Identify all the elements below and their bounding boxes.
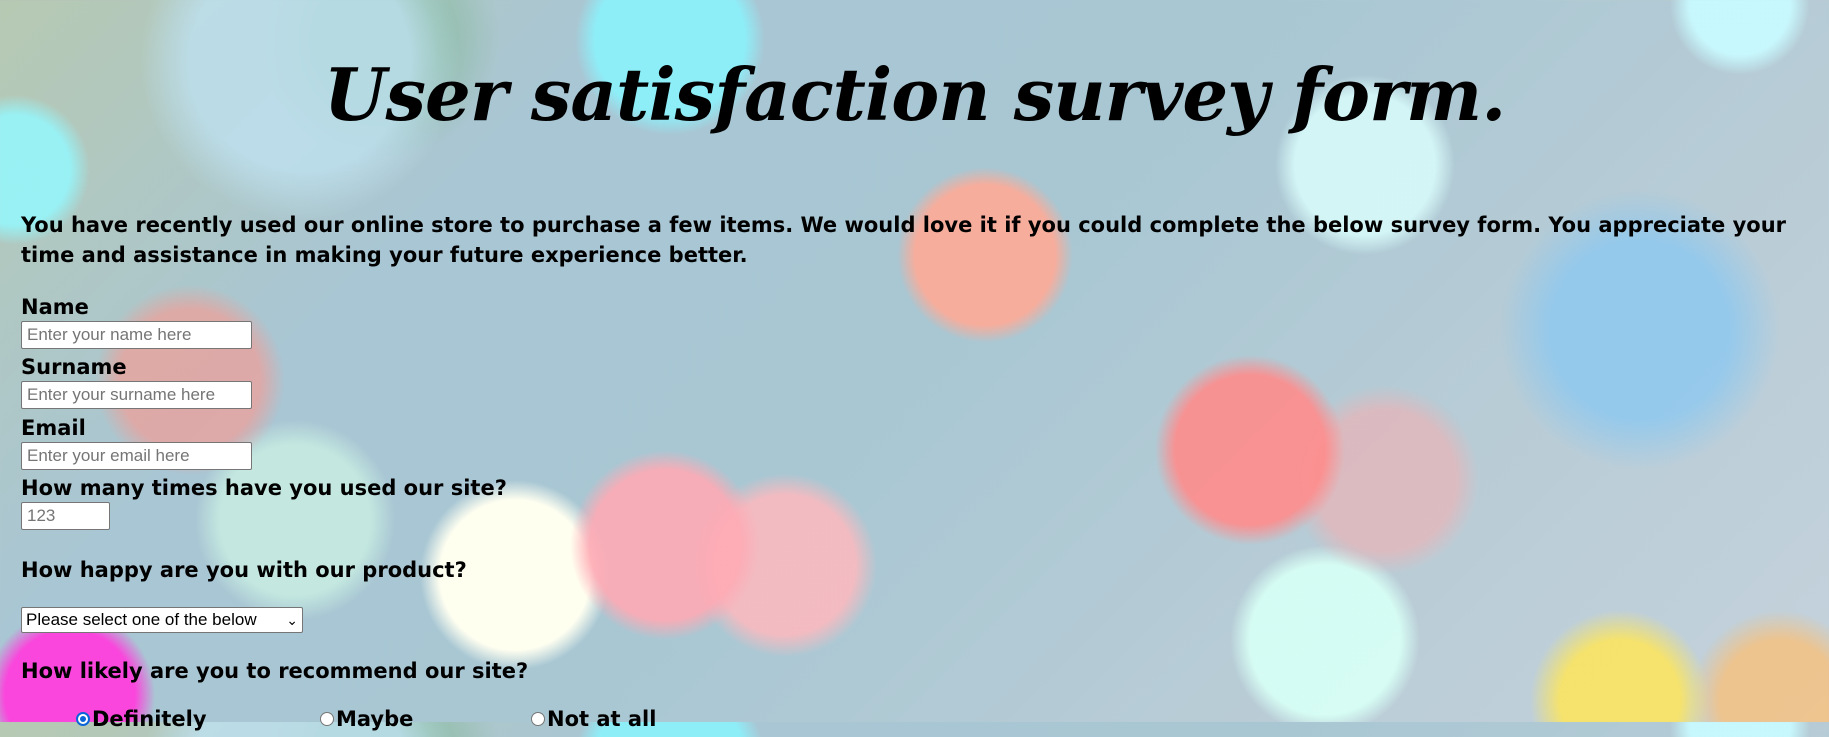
email-label: Email [21,416,86,440]
radio-label: Maybe [336,707,414,731]
happy-select[interactable]: Please select one of the below ⌄ [21,607,303,633]
radio-button-checked[interactable] [76,712,90,726]
uses-label: How many times have you used our site? [21,476,507,500]
surname-label: Surname [21,355,127,379]
surname-input[interactable] [21,381,252,409]
radio-label: Not at all [547,707,657,731]
name-label: Name [21,295,89,319]
name-input[interactable] [21,321,252,349]
recommend-label: How likely are you to recommend our site… [21,659,529,683]
radio-option-definitely[interactable]: Definitely [76,707,207,731]
radio-option-maybe[interactable]: Maybe [320,707,413,731]
intro-text: You have recently used our online store … [21,213,1787,267]
uses-number-input[interactable] [21,502,110,530]
chevron-down-icon: ⌄ [286,612,298,628]
page-title: User satisfaction survey form. [323,52,1507,137]
happy-select-value: Please select one of the below [26,610,257,629]
happy-label: How happy are you with our product? [21,558,467,582]
radio-label: Definitely [92,707,207,731]
radio-option-not-at-all[interactable]: Not at all [531,707,656,731]
radio-button[interactable] [531,712,545,726]
radio-button[interactable] [320,712,334,726]
email-input[interactable] [21,442,252,470]
